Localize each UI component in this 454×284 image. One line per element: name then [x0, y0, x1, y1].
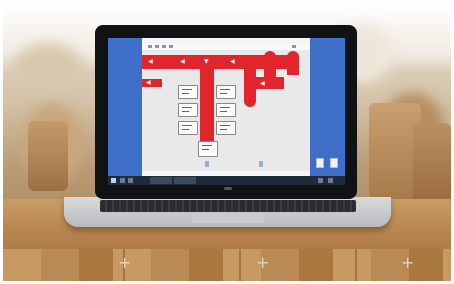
tray-icon[interactable] [318, 178, 323, 183]
left-panel [108, 38, 142, 176]
wood-mark: + [401, 253, 415, 272]
main-controller[interactable] [198, 141, 218, 157]
tank [287, 51, 299, 75]
toolbar-icon[interactable] [162, 45, 166, 48]
filter-icon[interactable]: ▼ [204, 59, 209, 65]
bokeh-light [13, 43, 83, 93]
control-unit[interactable] [216, 85, 236, 99]
desktop-file-icon[interactable] [316, 158, 324, 168]
right-panel [310, 38, 345, 176]
start-icon[interactable] [111, 178, 116, 183]
control-unit[interactable] [216, 121, 236, 135]
valve-icon[interactable] [205, 161, 209, 167]
hvac-app-window: ◀ ◀ ▼ ◀ ◀ ◀ [142, 43, 310, 171]
fan-icon[interactable]: ◀ [148, 59, 153, 65]
toolbar-icon[interactable] [148, 45, 152, 48]
valve-icon[interactable] [259, 161, 263, 167]
chair [413, 123, 451, 203]
taskbar [108, 176, 345, 185]
wood-mark: + [256, 253, 270, 272]
sensor-icon[interactable]: ◀ [146, 80, 151, 86]
toolbar-icon[interactable] [155, 45, 159, 48]
fan-icon[interactable]: ◀ [180, 59, 185, 65]
taskbar-icon[interactable] [128, 178, 133, 183]
toolbar-icon[interactable] [292, 45, 296, 48]
taskbar-window-button[interactable] [174, 177, 196, 184]
plank-line [239, 249, 241, 281]
plank-line [355, 249, 357, 281]
tank [264, 51, 276, 77]
table-edge [3, 249, 451, 281]
app-toolbar [142, 43, 310, 50]
vertical-duct [200, 69, 214, 145]
heater-icon[interactable]: ◀ [230, 59, 235, 65]
tray-icon[interactable] [328, 178, 333, 183]
control-unit[interactable] [216, 103, 236, 117]
laptop-screen: ◀ ◀ ▼ ◀ ◀ ◀ [108, 38, 345, 185]
toolbar-icon[interactable] [169, 45, 173, 48]
taskbar-icon[interactable] [120, 178, 125, 183]
control-unit[interactable] [178, 85, 198, 99]
control-unit[interactable] [178, 121, 198, 135]
laptop-trackpad [192, 214, 264, 223]
taskbar-window-button[interactable] [150, 177, 172, 184]
desktop-file-icon[interactable] [330, 158, 338, 168]
cooler-icon[interactable]: ◀ [260, 81, 265, 87]
control-unit[interactable] [178, 103, 198, 117]
laptop-keyboard [100, 200, 356, 212]
return-duct [142, 79, 162, 87]
side-duct [244, 69, 256, 107]
laptop-logo [224, 187, 232, 190]
chair [28, 121, 68, 191]
wood-mark: + [118, 253, 132, 272]
